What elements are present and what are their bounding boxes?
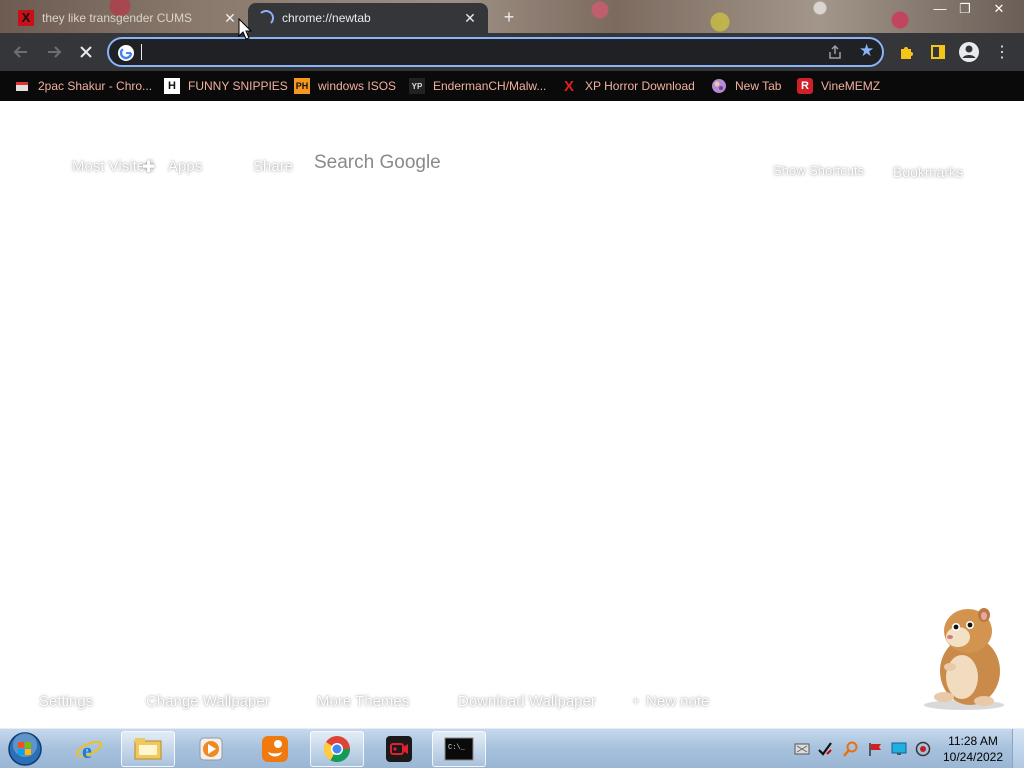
- clock-date: 10/24/2022: [942, 750, 1004, 764]
- bookmark-star-icon[interactable]: ★: [859, 41, 874, 61]
- svg-text:C:\_: C:\_: [448, 744, 466, 752]
- taskbar-file-explorer[interactable]: [121, 731, 175, 767]
- bookmark-label: New Tab: [735, 79, 782, 93]
- taskbar-chrome[interactable]: [310, 731, 364, 767]
- stop-loading-button[interactable]: [75, 41, 97, 63]
- bookmark-label: FUNNY SNIPPIES: [188, 79, 288, 93]
- folder-icon: [134, 738, 162, 760]
- tab-title: chrome://newtab: [282, 11, 371, 25]
- share-link[interactable]: Share: [253, 158, 293, 175]
- globe-icon: [711, 78, 727, 94]
- command-prompt-icon: C:\_: [444, 737, 474, 761]
- bookmarks-link[interactable]: Bookmarks: [893, 164, 963, 180]
- profile-button[interactable]: [958, 41, 980, 63]
- taskbar-screen-recorder[interactable]: [372, 731, 426, 767]
- bookmark-item[interactable]: X XP Horror Download: [561, 77, 695, 95]
- search-google-text[interactable]: Search Google: [314, 152, 441, 174]
- show-desktop-button[interactable]: [1012, 729, 1024, 768]
- settings-link[interactable]: Settings: [39, 693, 93, 710]
- new-note-link[interactable]: New note: [646, 693, 709, 710]
- stop-x-icon: [80, 46, 92, 58]
- bookmark-item[interactable]: R VineMEMZ: [797, 77, 880, 95]
- share-icon[interactable]: [827, 44, 843, 65]
- letter-r-icon: R: [797, 78, 813, 94]
- back-button[interactable]: [10, 41, 32, 63]
- bookmark-label: VineMEMZ: [821, 79, 881, 93]
- mouse-cursor-icon: [238, 18, 252, 40]
- menu-kebab-icon[interactable]: ⋮: [991, 41, 1013, 63]
- start-button[interactable]: [6, 731, 44, 767]
- taskbar-uc-browser[interactable]: [248, 731, 302, 767]
- checkmark-tray-icon[interactable]: [817, 741, 833, 757]
- bookmark-label: windows ISOS: [318, 79, 397, 93]
- show-shortcuts-link[interactable]: Show Shortcuts: [773, 163, 864, 178]
- forward-button[interactable]: [43, 41, 65, 63]
- windows-orb-icon: [8, 732, 42, 766]
- close-tab-icon[interactable]: ✕: [222, 10, 238, 27]
- magnifier-tray-icon[interactable]: [843, 741, 859, 757]
- close-tab-icon[interactable]: ✕: [462, 10, 478, 27]
- apps-link[interactable]: Apps: [168, 158, 202, 175]
- close-window-button[interactable]: ✕: [984, 0, 1014, 20]
- letter-h-icon: H: [164, 78, 180, 94]
- chrome-icon: [323, 736, 351, 763]
- taskbar: e C:\_ 11:28 AM 10/24/2022: [0, 728, 1024, 768]
- internet-explorer-icon: e: [76, 738, 102, 763]
- video-recorder-icon: [386, 736, 412, 762]
- new-tab-page: Most Visited ✚ Apps Share Search Google …: [0, 101, 1024, 728]
- address-input[interactable]: [141, 43, 821, 61]
- bookmarks-bar: 2pac Shakur - Chro... H FUNNY SNIPPIES P…: [0, 71, 1024, 101]
- bookmark-item[interactable]: New Tab: [711, 77, 781, 95]
- note-plus-icon: +: [632, 693, 640, 708]
- uc-browser-icon: [262, 736, 288, 762]
- side-panel-icon: [931, 45, 945, 59]
- bookmark-label: 2pac Shakur - Chro...: [38, 79, 153, 93]
- change-wallpaper-link[interactable]: Change Wallpaper: [146, 693, 270, 710]
- system-clock[interactable]: 11:28 AM 10/24/2022: [940, 733, 1006, 765]
- bookmark-item[interactable]: PH windows ISOS: [294, 77, 396, 95]
- google-g-icon: [118, 45, 134, 61]
- flag-tray-icon[interactable]: [867, 741, 883, 757]
- browser-toolbar: ★ ⋮: [0, 33, 1024, 71]
- red-x-icon: X: [563, 77, 574, 95]
- download-wallpaper-link[interactable]: Download Wallpaper: [458, 693, 596, 710]
- address-bar[interactable]: ★: [107, 37, 884, 67]
- tab-title: they like transgender CUMS: [42, 11, 193, 25]
- loading-spinner-icon: [258, 10, 274, 26]
- speaker-tray-icon[interactable]: [915, 741, 931, 757]
- svg-text:e: e: [82, 738, 92, 763]
- clock-time: 11:28 AM: [948, 734, 998, 748]
- restore-button[interactable]: ❐: [950, 0, 980, 20]
- side-panel-button[interactable]: [927, 41, 949, 63]
- more-themes-link[interactable]: More Themes: [317, 693, 409, 710]
- taskbar-media-player[interactable]: [184, 731, 238, 767]
- bookmark-item[interactable]: H FUNNY SNIPPIES: [164, 77, 288, 95]
- taskbar-command-prompt[interactable]: C:\_: [432, 731, 486, 767]
- bookmark-item[interactable]: 2pac Shakur - Chro...: [14, 77, 152, 95]
- title-bar: X they like transgender CUMS ✕ chrome://…: [0, 0, 1024, 33]
- new-tab-button[interactable]: +: [498, 7, 520, 28]
- ph-icon: PH: [294, 78, 310, 94]
- network-icon[interactable]: [794, 741, 810, 757]
- tab-active[interactable]: chrome://newtab ✕: [248, 3, 488, 33]
- tab-favicon-x-icon: X: [18, 10, 34, 26]
- media-player-icon: [199, 737, 223, 761]
- bookmark-label: XP Horror Download: [585, 79, 695, 93]
- monitor-tray-icon[interactable]: [891, 741, 907, 757]
- taskbar-internet-explorer[interactable]: e: [62, 731, 116, 767]
- bookmark-page-icon: [14, 78, 30, 94]
- yp-icon: YP: [409, 78, 425, 94]
- extensions-button[interactable]: [896, 41, 918, 63]
- profile-avatar-icon: [959, 42, 979, 62]
- bookmark-item[interactable]: YP EndermanCH/Malw...: [409, 77, 546, 95]
- bookmark-label: EndermanCH/Malw...: [433, 79, 547, 93]
- tab-inactive[interactable]: X they like transgender CUMS ✕: [8, 3, 248, 33]
- text-caret: [141, 44, 142, 60]
- hamster-desktop-pet[interactable]: [914, 605, 1010, 711]
- apps-grid-icon: ✚: [142, 159, 156, 176]
- puzzle-icon: [901, 47, 913, 59]
- back-arrow-icon: [13, 46, 27, 58]
- forward-arrow-icon: [48, 46, 62, 58]
